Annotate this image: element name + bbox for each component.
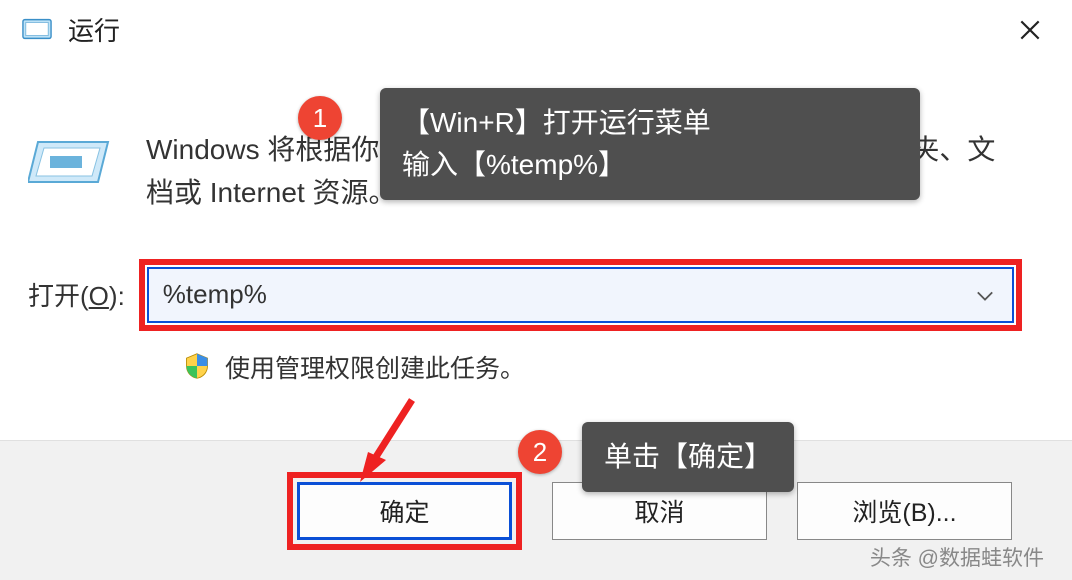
titlebar: 运行	[0, 0, 1072, 58]
open-input-value: %temp%	[163, 279, 267, 310]
ok-button[interactable]: 确定	[297, 482, 512, 540]
annotation-badge-2: 2	[518, 430, 562, 474]
open-input-highlight: %temp%	[139, 259, 1022, 331]
annotation-arrow-icon	[352, 390, 432, 490]
open-label: 打开(O):	[28, 276, 125, 313]
annotation-tooltip-1: 【Win+R】打开运行菜单 输入【%temp%】	[380, 88, 920, 200]
close-button[interactable]	[1008, 8, 1052, 52]
browse-button[interactable]: 浏览(B)...	[797, 482, 1012, 540]
chevron-down-icon[interactable]	[976, 282, 994, 308]
run-large-icon	[28, 132, 118, 202]
annotation-badge-1: 1	[298, 96, 342, 140]
shield-icon	[183, 352, 213, 382]
run-icon	[20, 12, 54, 46]
admin-note: 使用管理权限创建此任务。	[183, 349, 1022, 385]
open-input[interactable]: %temp%	[147, 267, 1014, 323]
window-title: 运行	[68, 11, 120, 48]
annotation-tooltip-2: 单击【确定】	[582, 422, 794, 492]
admin-text: 使用管理权限创建此任务。	[225, 349, 525, 385]
watermark: 头条 @数据蛙软件	[870, 542, 1044, 572]
